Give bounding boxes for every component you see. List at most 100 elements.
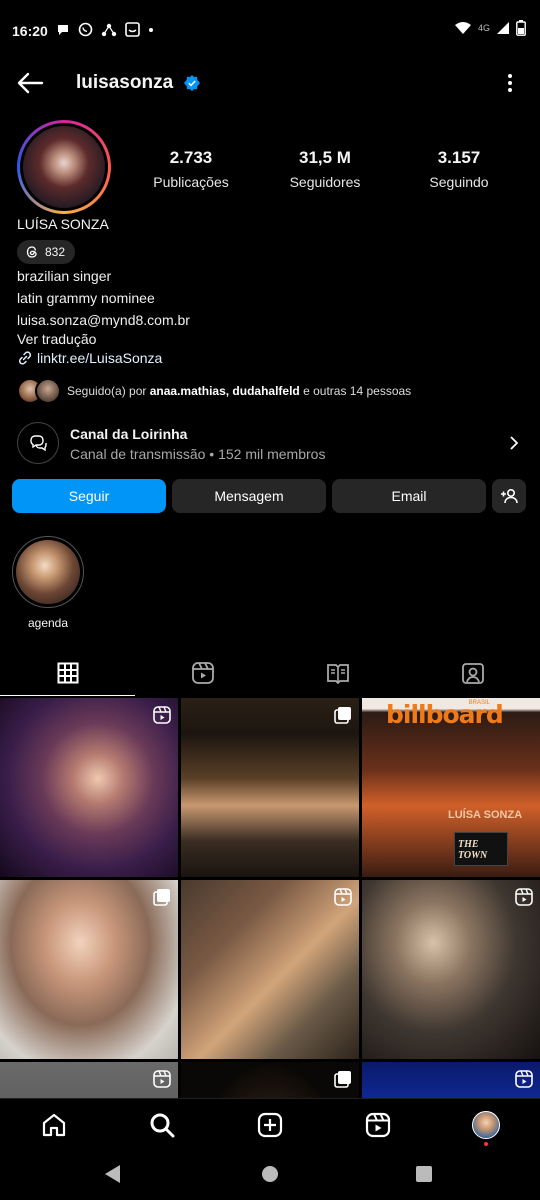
tab-reels[interactable]	[135, 650, 270, 696]
profile-username: luisasonza	[76, 72, 174, 93]
broadcast-channel[interactable]: Canal da Loirinha Canal de transmissão •…	[17, 422, 527, 468]
reel-badge-icon	[334, 888, 352, 906]
network-label: 4G	[477, 23, 490, 33]
suggested-users-button[interactable]	[492, 479, 526, 513]
chat-notification-icon	[58, 24, 68, 35]
battery-icon	[516, 20, 526, 36]
notification-dot	[484, 1142, 488, 1146]
reel-badge-icon	[153, 1070, 171, 1088]
profile-header: luisasonza	[0, 62, 540, 104]
search-icon	[150, 1113, 175, 1138]
system-recents-icon[interactable]	[416, 1166, 432, 1182]
verified-badge-icon	[184, 75, 200, 91]
story-highlight[interactable]: agenda	[12, 536, 84, 630]
broadcast-channel-icon	[17, 422, 59, 464]
reels-icon	[365, 1112, 391, 1138]
profile-link[interactable]: linktr.ee/LuisaSonza	[17, 350, 162, 366]
stat-following[interactable]: 3.157 Seguindo	[404, 148, 514, 190]
post-thumbnail[interactable]	[181, 698, 359, 877]
whatsapp-icon	[78, 22, 93, 37]
followers-count: 31,5 M	[299, 148, 351, 167]
post-thumbnail[interactable]	[0, 880, 178, 1059]
post-thumbnail[interactable]	[362, 880, 540, 1059]
link-icon	[18, 351, 32, 365]
carousel-badge-icon	[334, 1071, 351, 1088]
more-options-icon[interactable]	[506, 72, 514, 94]
back-arrow-icon[interactable]	[16, 71, 44, 95]
following-count: 3.157	[437, 148, 481, 167]
stat-followers[interactable]: 31,5 M Seguidores	[270, 148, 380, 190]
tab-posts-grid[interactable]	[0, 650, 135, 696]
post-billboard-cover[interactable]: billboard BRASIL LUÍSA SONZA THE TOWN	[362, 698, 540, 877]
nav-create[interactable]	[256, 1111, 284, 1139]
system-navigation	[0, 1150, 540, 1200]
billboard-story-box: THE TOWN	[454, 832, 508, 866]
followed-by-text: Seguido(a) por anaa.mathias, dudahalfeld…	[67, 384, 412, 398]
channel-subtitle: Canal de transmissão • 152 mil membros	[70, 446, 326, 462]
threads-icon	[26, 246, 37, 258]
more-notifications-icon	[149, 27, 153, 32]
posts-label: Publicações	[153, 174, 229, 190]
posts-count: 2.733	[169, 148, 213, 167]
post-thumbnail[interactable]	[181, 880, 359, 1059]
post-thumbnail[interactable]	[362, 1062, 540, 1098]
carousel-badge-icon	[153, 889, 170, 906]
threads-count: 832	[45, 245, 66, 259]
nav-reels[interactable]	[364, 1111, 392, 1139]
add-person-icon	[501, 488, 518, 504]
profile-full-name: LUÍSA SONZA	[17, 216, 109, 232]
grid-icon	[57, 662, 78, 684]
highlight-label: agenda	[27, 616, 69, 630]
billboard-edition: BRASIL	[468, 700, 490, 706]
reel-badge-icon	[153, 706, 171, 724]
chevron-right-icon	[510, 436, 519, 450]
translate-link[interactable]: Ver tradução	[17, 331, 96, 347]
nav-home[interactable]	[40, 1111, 68, 1139]
profile-avatar	[20, 123, 108, 211]
reel-badge-icon	[515, 1070, 533, 1088]
nav-profile[interactable]	[472, 1111, 500, 1146]
post-thumbnail[interactable]	[181, 1062, 359, 1098]
billboard-cover-name: LUÍSA SONZA	[448, 809, 523, 821]
post-thumbnail[interactable]	[0, 698, 178, 877]
followers-label: Seguidores	[289, 174, 361, 190]
nav-search[interactable]	[148, 1111, 176, 1139]
signal-icon	[497, 22, 509, 34]
guides-icon	[326, 664, 349, 684]
follow-button[interactable]: Seguir	[12, 479, 166, 513]
create-post-icon	[257, 1112, 283, 1138]
bio-email[interactable]: luisa.sonza@mynd8.com.br	[17, 312, 190, 328]
status-time: 16:20	[12, 23, 48, 39]
tagged-icon	[461, 663, 484, 684]
highlight-cover	[12, 536, 84, 608]
profile-actions: Seguir Mensagem Email	[12, 479, 526, 513]
bio-line: latin grammy nominee	[17, 290, 155, 306]
channel-title: Canal da Loirinha	[70, 426, 188, 442]
tab-tagged[interactable]	[405, 650, 540, 696]
threads-badge[interactable]: 832	[17, 240, 76, 264]
profile-avatar-nav	[472, 1111, 500, 1139]
carousel-badge-icon	[334, 707, 351, 724]
profile-avatar-story-ring[interactable]	[17, 120, 111, 214]
profile-link-text: linktr.ee/LuisaSonza	[37, 350, 163, 366]
following-label: Seguindo	[429, 174, 489, 190]
system-back-icon[interactable]	[104, 1164, 122, 1184]
reels-icon	[191, 662, 214, 684]
stat-posts[interactable]: 2.733 Publicações	[136, 148, 246, 190]
message-button[interactable]: Mensagem	[172, 479, 326, 513]
status-bar: 16:20 4G	[0, 0, 540, 62]
connection-icon	[101, 23, 117, 36]
followed-by[interactable]: Seguido(a) por anaa.mathias, dudahalfeld…	[17, 378, 411, 404]
email-button[interactable]: Email	[332, 479, 486, 513]
profile-tabs	[0, 650, 540, 696]
system-home-icon[interactable]	[261, 1165, 279, 1183]
tab-guides[interactable]	[270, 650, 405, 696]
bio-line: brazilian singer	[17, 268, 112, 284]
follower-avatar	[35, 378, 61, 404]
app-notification-icon	[125, 22, 140, 37]
bottom-navigation	[0, 1098, 540, 1150]
posts-grid: billboard BRASIL LUÍSA SONZA THE TOWN	[0, 698, 540, 1098]
wifi-icon	[454, 22, 471, 34]
home-icon	[42, 1113, 66, 1137]
post-thumbnail[interactable]	[0, 1062, 178, 1098]
